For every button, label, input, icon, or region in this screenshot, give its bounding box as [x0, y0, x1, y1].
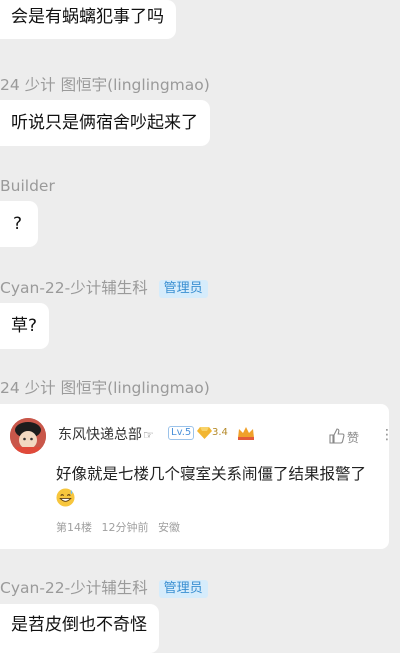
- message-bubble[interactable]: 草?: [0, 303, 50, 349]
- comment-location: 安徽: [158, 521, 180, 534]
- sender-name[interactable]: 24 少计 图恒宇(linglingmao): [0, 378, 210, 398]
- like-label[interactable]: 赞: [347, 429, 359, 446]
- message-text: 草?: [11, 316, 38, 336]
- message-bubble[interactable]: 听说只是俩宿舍吵起来了: [0, 100, 210, 146]
- avatar-image-icon: [10, 418, 46, 454]
- message-text: 会是有蜗螭犯事了吗: [11, 7, 164, 27]
- gem-count: 3.4: [212, 427, 228, 438]
- admin-badge: 管理员: [158, 280, 208, 298]
- comment-text: 好像就是七楼几个寝室关系闹僵了结果报警了: [56, 465, 367, 483]
- thumbs-up-icon[interactable]: [329, 428, 345, 444]
- message-text: ?: [13, 214, 23, 234]
- floor-number: 第14楼: [56, 521, 92, 534]
- crown-icon: [238, 427, 254, 440]
- grinning-sweat-emoji-icon: [56, 488, 75, 507]
- admin-badge: 管理员: [158, 580, 208, 598]
- message-bubble[interactable]: 是苕皮倒也不奇怪: [0, 604, 159, 653]
- avatar[interactable]: [10, 418, 46, 454]
- message-text: 听说只是俩宿舍吵起来了: [11, 113, 198, 133]
- sender-name[interactable]: Cyan-22-少计辅生科 管理员: [0, 578, 208, 598]
- gem-icon: [197, 427, 212, 439]
- comment-meta: 第14楼 12分钟前 安徽: [56, 519, 186, 535]
- sender-name[interactable]: Builder: [0, 176, 55, 196]
- sender-name[interactable]: 24 少计 图恒宇(linglingmao): [0, 75, 210, 95]
- level-badge: Lv.5: [168, 426, 195, 440]
- message-bubble[interactable]: ?: [0, 201, 39, 247]
- message-text: 是苕皮倒也不奇怪: [11, 615, 147, 635]
- pointing-hand-icon: ☞: [143, 428, 154, 442]
- more-options-icon[interactable]: ⋮: [380, 426, 394, 444]
- comment-time: 12分钟前: [101, 521, 149, 534]
- comment-username[interactable]: 东风快递总部☞: [58, 424, 154, 444]
- message-bubble[interactable]: 会是有蜗螭犯事了吗: [0, 0, 176, 39]
- sender-name[interactable]: Cyan-22-少计辅生科 管理员: [0, 278, 208, 298]
